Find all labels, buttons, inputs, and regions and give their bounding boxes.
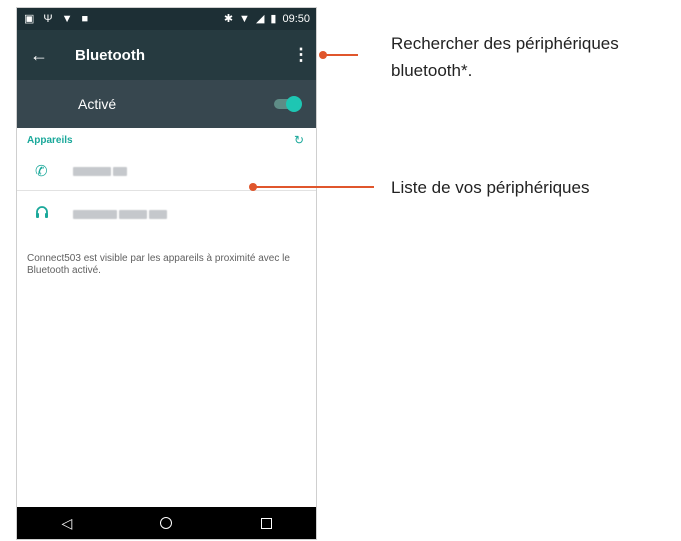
bluetooth-switch-bar[interactable]: Activé	[17, 80, 316, 128]
overflow-menu-icon[interactable]: ⋮	[286, 45, 316, 65]
back-arrow-icon[interactable]: ←	[17, 45, 61, 66]
headphones-icon	[17, 205, 73, 223]
devices-header-label: Appareils	[27, 134, 73, 146]
callout-line-menu	[323, 54, 358, 56]
cell-signal-icon: ◢	[255, 12, 265, 25]
wifi-icon: ▼	[61, 12, 73, 25]
usb-icon: Ψ	[43, 12, 53, 25]
status-bar: ▣ Ψ ▼ ■ ✱ ▼ ◢ ▮ 09:50	[17, 8, 316, 30]
app-toolbar: ← Bluetooth ⋮	[17, 30, 316, 80]
callout-text-menu: Rechercher des périphériques bluetooth*.	[391, 34, 619, 80]
notification-icon: ■	[81, 12, 89, 25]
device-name-blurred	[73, 209, 167, 219]
nav-back-icon[interactable]: ◁	[47, 515, 87, 532]
recents-square-icon	[260, 517, 272, 529]
nav-home-button[interactable]	[146, 517, 186, 529]
android-nav-bar: ◁	[17, 507, 316, 539]
home-circle-icon	[160, 517, 173, 529]
image-icon: ▣	[24, 12, 35, 25]
devices-section-header: Appareils ↻	[17, 128, 316, 152]
device-row-phone[interactable]: ✆	[17, 152, 316, 190]
page-title: Bluetooth	[75, 46, 145, 64]
visibility-note: Connect503 est visible par les appareils…	[27, 253, 290, 276]
refresh-icon[interactable]: ↻	[294, 133, 304, 147]
status-time: 09:50	[282, 12, 310, 25]
bluetooth-icon: ✱	[223, 12, 234, 25]
phone-icon: ✆	[35, 163, 48, 180]
device-row-headphones[interactable]	[17, 195, 316, 233]
switch-label: Activé	[78, 96, 117, 112]
wifi-signal-icon: ▼	[239, 12, 250, 25]
device-name-blurred	[73, 166, 127, 176]
callout-line-list	[253, 186, 374, 188]
phone-screen: ▣ Ψ ▼ ■ ✱ ▼ ◢ ▮ 09:50 ← Bluetooth ⋮ Acti…	[16, 7, 317, 540]
toggle-thumb	[286, 96, 302, 112]
bluetooth-toggle[interactable]	[272, 95, 302, 113]
nav-recents-button[interactable]	[246, 517, 286, 529]
list-divider	[17, 190, 316, 191]
battery-icon: ▮	[270, 12, 277, 25]
callout-text-list: Liste de vos périphériques	[391, 178, 590, 197]
